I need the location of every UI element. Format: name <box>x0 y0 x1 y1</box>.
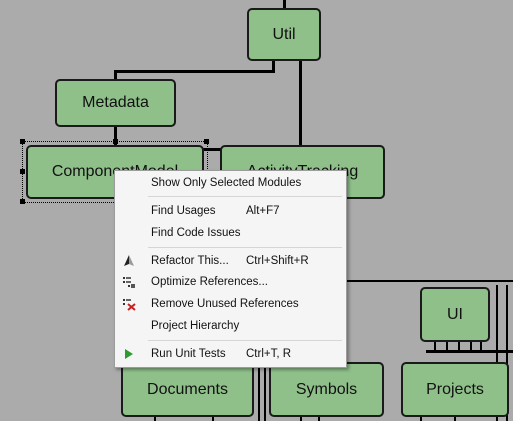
module-label-metadata: Metadata <box>82 94 149 111</box>
module-label-projects: Projects <box>426 380 484 398</box>
module-node-util[interactable]: Util <box>247 8 321 61</box>
context-menu: Show Only Selected Modules Find Usages A… <box>114 170 347 368</box>
edge-right-h <box>340 280 513 282</box>
menu-item-show-only-selected[interactable]: Show Only Selected Modules <box>116 173 345 194</box>
module-label-util: Util <box>272 25 296 43</box>
menu-item-shortcut: Alt+F7 <box>246 205 280 217</box>
menu-item-label: Show Only Selected Modules <box>151 177 302 189</box>
remove-references-icon <box>122 297 136 311</box>
menu-item-label: Find Code Issues <box>151 227 241 239</box>
menu-separator <box>148 196 342 197</box>
module-node-documents[interactable]: Documents <box>121 362 254 417</box>
menu-separator <box>148 340 342 341</box>
menu-item-shortcut: Ctrl+Shift+R <box>246 255 309 267</box>
edge-metadata-to-util-h <box>114 70 274 73</box>
menu-item-label: Find Usages <box>151 205 216 217</box>
menu-item-find-usages[interactable]: Find Usages Alt+F7 <box>116 201 345 222</box>
optimize-references-icon <box>122 275 136 289</box>
menu-item-shortcut: Ctrl+T, R <box>246 348 292 360</box>
run-tests-icon <box>122 347 136 361</box>
selection-handle-tl[interactable] <box>20 139 25 144</box>
selection-handle-bl[interactable] <box>20 199 25 204</box>
menu-item-label: Refactor This... <box>151 255 229 267</box>
module-label-symbols: Symbols <box>295 380 358 398</box>
menu-item-find-code-issues[interactable]: Find Code Issues <box>116 223 345 244</box>
menu-item-optimize-references[interactable]: Optimize References... <box>116 272 345 293</box>
menu-item-label: Remove Unused References <box>151 298 299 310</box>
menu-item-run-unit-tests[interactable]: Run Unit Tests Ctrl+T, R <box>116 344 345 365</box>
menu-separator <box>148 247 342 248</box>
menu-item-refactor-this[interactable]: Refactor This... Ctrl+Shift+R <box>116 251 345 272</box>
menu-item-remove-unused-references[interactable]: Remove Unused References <box>116 294 345 315</box>
module-label-documents: Documents <box>147 380 228 398</box>
menu-item-label: Run Unit Tests <box>151 348 226 360</box>
menu-item-project-hierarchy[interactable]: Project Hierarchy <box>116 316 345 337</box>
module-node-symbols[interactable]: Symbols <box>269 362 384 417</box>
menu-item-label: Project Hierarchy <box>151 320 240 332</box>
module-node-projects[interactable]: Projects <box>401 362 509 417</box>
edge-metadata-to-util-up <box>272 60 275 73</box>
selection-handle-tr[interactable] <box>204 139 209 144</box>
module-node-ui[interactable]: UI <box>420 287 490 342</box>
edge-activity-to-util <box>299 60 302 145</box>
refactor-icon <box>122 254 136 268</box>
module-label-ui: UI <box>447 305 463 323</box>
menu-item-label: Optimize References... <box>151 276 268 288</box>
selection-handle-ml[interactable] <box>20 169 25 174</box>
module-node-metadata[interactable]: Metadata <box>55 79 176 127</box>
selection-handle-tm[interactable] <box>113 139 118 144</box>
